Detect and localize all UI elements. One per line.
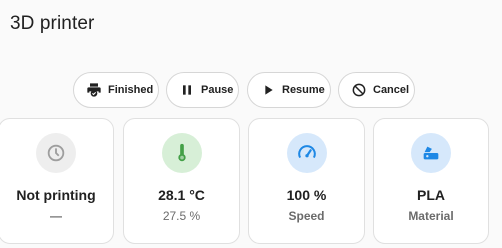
material-card[interactable]: PLA Material (373, 118, 489, 244)
filament-icon (411, 133, 451, 173)
humidity-value: 27.5 % (162, 209, 201, 223)
resume-button[interactable]: Resume (247, 72, 331, 108)
status-value: Not printing (16, 187, 96, 203)
clock-outline-icon (36, 133, 76, 173)
printer-check-icon (86, 82, 102, 98)
resume-label: Resume (282, 84, 325, 96)
speedometer-icon (286, 133, 327, 173)
status-sub: — (50, 209, 62, 223)
speed-label: Speed (288, 209, 325, 223)
pause-icon (179, 82, 195, 98)
cancel-label: Cancel (373, 84, 410, 96)
play-icon (260, 82, 276, 98)
temperature-card[interactable]: 28.1 °C 27.5 % (123, 118, 240, 244)
button-row: Finished Pause Resume Cancel (0, 72, 502, 110)
material-label: Material (408, 209, 454, 223)
card-title: 3D printer (10, 13, 95, 34)
pause-button[interactable]: Pause (166, 72, 239, 108)
pause-label: Pause (201, 84, 234, 96)
status-card[interactable]: Not printing — (0, 118, 114, 244)
temperature-value: 28.1 °C (158, 187, 205, 203)
speed-value: 100 % (286, 187, 327, 203)
thermometer-icon (161, 133, 202, 173)
cancel-icon (351, 82, 367, 98)
speed-card[interactable]: 100 % Speed (248, 118, 365, 244)
cancel-button[interactable]: Cancel (338, 72, 415, 108)
finished-button[interactable]: Finished (73, 72, 159, 108)
finished-label: Finished (108, 84, 154, 96)
material-value: PLA (417, 187, 445, 203)
